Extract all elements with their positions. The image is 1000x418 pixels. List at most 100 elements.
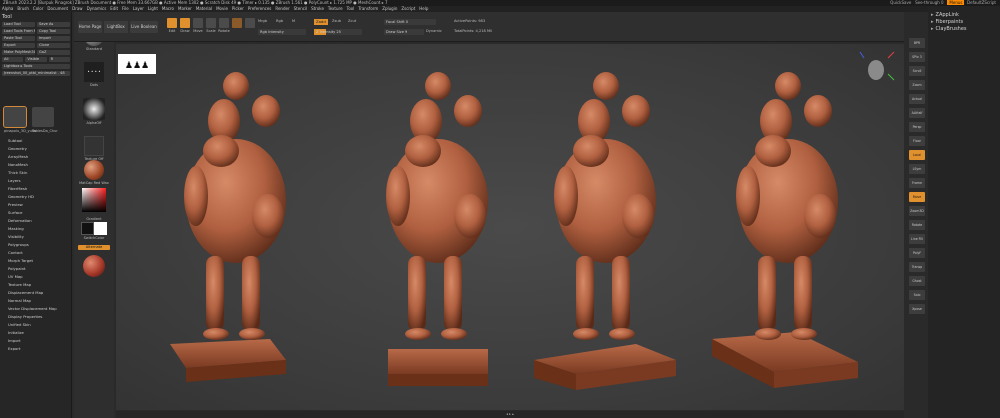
color-picker[interactable] [78, 188, 110, 212]
tool-icon-draw[interactable]: Draw [179, 17, 191, 37]
view-button-aahalf[interactable]: AAHalf [909, 108, 925, 118]
subpalette-item[interactable]: Display Properties [8, 313, 57, 321]
subpalette-item[interactable]: Surface [8, 209, 57, 217]
subpalette-item[interactable]: Preview [8, 201, 57, 209]
subpalette-item[interactable]: Vector Displacement Map [8, 305, 57, 313]
material-sphere-2[interactable] [78, 255, 110, 277]
tool-button[interactable]: Make PolyMesh3D [2, 50, 35, 55]
zapplink-item[interactable]: ▸ ZAppLink [928, 12, 1000, 19]
home-page-tab[interactable]: Home Page [78, 21, 102, 33]
tool-button[interactable]: GoZ [37, 50, 70, 55]
menu-edit[interactable]: Edit [108, 6, 120, 11]
tool-icon-scale[interactable]: Scale [205, 17, 217, 37]
tool-icon-edit[interactable]: Edit [166, 17, 178, 37]
tool-button[interactable]: Jreenshot_00_ptbl_minimalist . 48 [2, 71, 70, 76]
viewport-canvas[interactable]: ♟♟♟ [116, 44, 904, 410]
view-button-floor[interactable]: Floor [909, 136, 925, 146]
tool-thumb[interactable]: pinapolu_3D_yuna [3, 106, 36, 133]
view-button-local[interactable]: Local [909, 150, 925, 160]
menu-marker[interactable]: Marker [176, 6, 194, 11]
view-button-polyf[interactable]: PolyF [909, 248, 925, 258]
view-button-zoom3d[interactable]: Zoom3D [909, 206, 925, 216]
view-button-actual[interactable]: Actual [909, 94, 925, 104]
menu-layer[interactable]: Layer [131, 6, 146, 11]
live-boolean-button[interactable]: Live Boolean [130, 21, 158, 33]
navigation-gizmo[interactable] [859, 51, 895, 81]
menu-stroke[interactable]: Stroke [309, 6, 326, 11]
subpalette-item[interactable]: Geometry HD [8, 193, 57, 201]
subpalette-item[interactable]: ArrayMesh [8, 153, 57, 161]
menu-help[interactable]: Help [417, 6, 430, 11]
color-swatches[interactable]: SwitchColor [78, 222, 110, 240]
z-intensity-slider[interactable]: Z Intensity 25 [314, 29, 362, 35]
subpalette-item[interactable]: Geometry [8, 145, 57, 153]
subpalette-item[interactable]: Unified Skin [8, 321, 57, 329]
menu-color[interactable]: Color [31, 6, 45, 11]
subpalette-item[interactable]: Subtool [8, 137, 57, 145]
zcut-button[interactable]: Zcut [348, 19, 356, 23]
menu-document[interactable]: Document [45, 6, 70, 11]
switch-color-caption[interactable]: SwitchColor [78, 236, 110, 240]
view-button-scroll[interactable]: Scroll [909, 66, 925, 76]
menu-light[interactable]: Light [146, 6, 160, 11]
menus-button[interactable]: Menus [947, 0, 965, 5]
subpalette-item[interactable]: Displacement Map [8, 289, 57, 297]
subpalette-item[interactable]: Initialize [8, 329, 57, 337]
mrgb-button[interactable]: Mrgb [258, 19, 267, 23]
tool-button[interactable]: R [48, 57, 70, 62]
subpalette-item[interactable]: Texture Map [8, 281, 57, 289]
subpalette-item[interactable]: Deformation [8, 217, 57, 225]
tool-icon-mode-6[interactable] [244, 17, 256, 37]
tool-button[interactable]: Save As [37, 22, 70, 27]
view-button-transp[interactable]: Transp [909, 262, 925, 272]
menu-zplugin[interactable]: Zplugin [380, 6, 399, 11]
dynamic-button[interactable]: Dynamic [426, 29, 442, 33]
menu-material[interactable]: Material [194, 6, 214, 11]
menu-tool[interactable]: Tool [345, 6, 357, 11]
menu-picker[interactable]: Picker [230, 6, 246, 11]
subpalette-item[interactable]: Morph Target [8, 257, 57, 265]
view-button-rotate[interactable]: Rotate [909, 220, 925, 230]
view-button-spix-3[interactable]: SPix 3 [909, 52, 925, 62]
tool-button[interactable]: Load Tool [2, 22, 35, 27]
menu-texture[interactable]: Texture [326, 6, 345, 11]
view-button-lsym[interactable]: LSym [909, 164, 925, 174]
menu-alpha[interactable]: Alpha [0, 6, 15, 11]
view-button-persp[interactable]: Persp [909, 122, 925, 132]
subpalette-item[interactable]: Polygroups [8, 241, 57, 249]
subpalette-item[interactable]: Export [8, 345, 57, 353]
tool-thumb[interactable]: TablesDa_Chur [32, 107, 58, 133]
material-redwax[interactable]: MatCap Red Wax [78, 160, 110, 185]
tool-icon-move[interactable]: Move [192, 17, 204, 37]
m-button[interactable]: M [292, 19, 295, 23]
menu-movie[interactable]: Movie [214, 6, 230, 11]
view-button-ghost[interactable]: Ghost [909, 276, 925, 286]
menu-file[interactable]: File [120, 6, 131, 11]
tool-button[interactable]: Visible [25, 57, 47, 62]
stroke-dots[interactable]: • • • • Dots [78, 62, 110, 87]
tool-button[interactable]: Import [37, 36, 70, 41]
alpha-off[interactable]: AlphaOff [78, 98, 110, 125]
menu-render[interactable]: Render [273, 6, 291, 11]
subpalette-item[interactable]: UV Map [8, 273, 57, 281]
subpalette-item[interactable]: Contact [8, 249, 57, 257]
rgb-intensity-slider[interactable]: Rgb Intensity [258, 29, 306, 35]
see-through-slider[interactable]: See-through 0 [915, 0, 943, 5]
rgb-button[interactable]: Rgb [276, 19, 283, 23]
alternate-button[interactable]: Alternate [78, 245, 110, 250]
menu-macro[interactable]: Macro [160, 6, 176, 11]
tool-icon-mode-5[interactable] [231, 17, 243, 37]
zadd-button[interactable]: Zadd [314, 19, 328, 25]
draw-size-slider[interactable]: Draw Size 9 [384, 29, 424, 35]
tool-button[interactable]: All [2, 57, 24, 62]
subpalette-item[interactable]: Import [8, 337, 57, 345]
fiberpaints-item[interactable]: ▸ Fiberpaints [928, 19, 1000, 26]
menu-zscript[interactable]: Zscript [399, 6, 417, 11]
menu-dynamics[interactable]: Dynamics [85, 6, 109, 11]
view-button-bpr[interactable]: BPR [909, 38, 925, 48]
tool-button[interactable]: Load Tools From Project [2, 29, 35, 34]
menu-stencil[interactable]: Stencil [292, 6, 310, 11]
view-button-line-fill[interactable]: Line Fill [909, 234, 925, 244]
view-button-zoom[interactable]: Zoom [909, 80, 925, 90]
subpalette-item[interactable]: Polypaint [8, 265, 57, 273]
